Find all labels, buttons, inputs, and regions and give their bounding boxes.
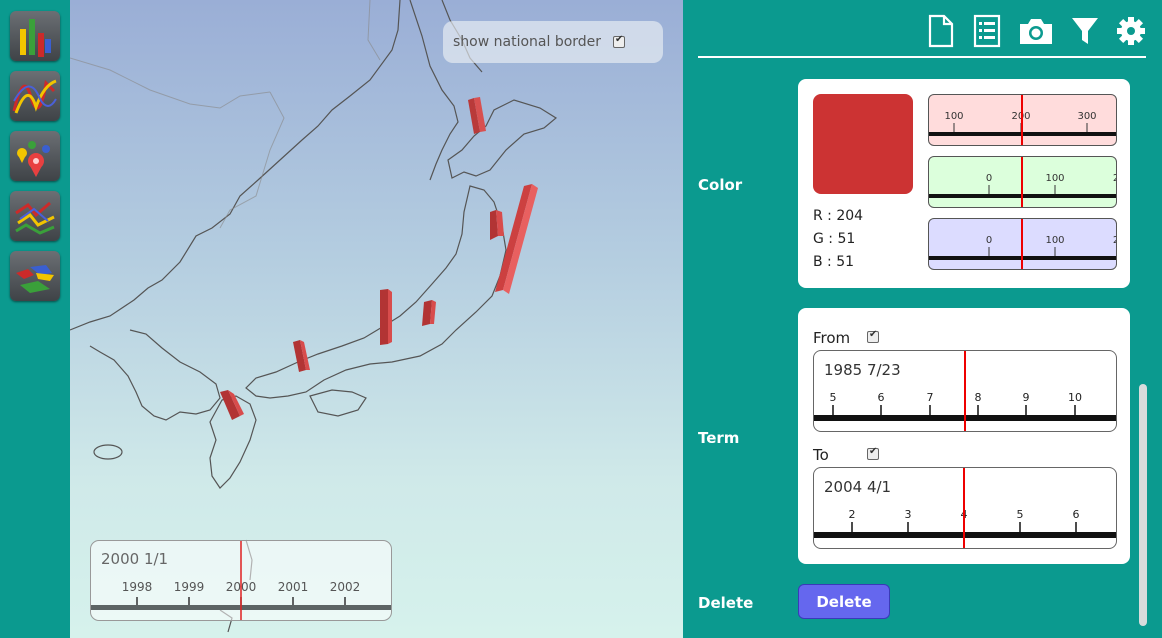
tool-rail — [0, 0, 70, 638]
from-checkbox[interactable] — [867, 329, 879, 343]
to-tick: 5 — [1017, 508, 1024, 521]
to-tick: 3 — [905, 508, 912, 521]
panel-scrollbar[interactable] — [1139, 384, 1147, 626]
blue-tick: 100 — [1045, 235, 1064, 246]
term-card: From 1985 7/23 5 6 7 8 9 10 To — [798, 308, 1130, 564]
toolbar — [926, 14, 1146, 48]
green-tick: 0 — [986, 173, 992, 184]
from-tick: 6 — [878, 391, 885, 404]
line-chart-tool-icon[interactable] — [10, 71, 60, 121]
region-tool-icon[interactable] — [10, 251, 60, 301]
new-file-icon[interactable] — [926, 14, 956, 48]
green-slider[interactable]: 0 100 2 — [928, 156, 1117, 208]
delete-row-label: Delete — [698, 594, 754, 612]
map-timeline-tick: 1999 — [174, 580, 205, 594]
settings-icon[interactable] — [1116, 14, 1146, 48]
blue-tick: 2 — [1113, 235, 1117, 246]
filter-icon[interactable] — [1070, 14, 1100, 48]
national-border-toggle[interactable]: show national border — [443, 21, 663, 63]
map-pins-tool-icon[interactable] — [10, 131, 60, 181]
national-border-checkbox[interactable] — [613, 34, 626, 48]
settings-panel: Color R : 204 G : 51 B : 51 100 200 300 … — [683, 0, 1162, 638]
map-view[interactable]: show national border 2000 1/1 1998 1999 … — [70, 0, 683, 638]
to-timeline[interactable]: 2004 4/1 2 3 4 5 6 — [813, 467, 1117, 549]
red-slider[interactable]: 100 200 300 — [928, 94, 1117, 146]
green-tick: 2 — [1113, 173, 1117, 184]
list-icon[interactable] — [972, 14, 1002, 48]
from-timeline[interactable]: 1985 7/23 5 6 7 8 9 10 — [813, 350, 1117, 432]
from-tick: 9 — [1023, 391, 1030, 404]
map-timeline[interactable]: 2000 1/1 1998 1999 2000 2001 2002 — [90, 540, 392, 621]
green-tick: 100 — [1045, 173, 1064, 184]
blue-slider[interactable]: 0 100 2 — [928, 218, 1117, 270]
from-tick: 10 — [1068, 391, 1082, 404]
map-timeline-tick: 1998 — [122, 580, 153, 594]
from-tick: 8 — [975, 391, 982, 404]
map-timeline-tick: 2001 — [278, 580, 309, 594]
from-tick: 5 — [830, 391, 837, 404]
bar-chart-tool-icon[interactable] — [10, 11, 60, 61]
color-row-label: Color — [698, 176, 743, 194]
term-row-label: Term — [698, 429, 740, 447]
color-card: R : 204 G : 51 B : 51 100 200 300 0 100 … — [798, 79, 1130, 288]
to-checkbox[interactable] — [867, 446, 879, 460]
from-label: From — [813, 329, 851, 347]
from-tick: 7 — [927, 391, 934, 404]
to-label: To — [813, 446, 829, 464]
color-swatch[interactable] — [813, 94, 913, 194]
delete-button[interactable]: Delete — [798, 584, 890, 619]
blue-tick: 0 — [986, 235, 992, 246]
camera-icon[interactable] — [1018, 14, 1054, 48]
red-tick: 100 — [944, 111, 963, 122]
green-value: G : 51 — [813, 231, 856, 247]
path-tool-icon[interactable] — [10, 191, 60, 241]
national-border-label: show national border — [453, 34, 602, 50]
panel-divider — [698, 56, 1146, 58]
red-tick: 300 — [1077, 111, 1096, 122]
to-tick: 6 — [1073, 508, 1080, 521]
red-value: R : 204 — [813, 208, 864, 224]
map-timeline-tick: 2002 — [330, 580, 361, 594]
blue-value: B : 51 — [813, 254, 855, 270]
to-tick: 2 — [849, 508, 856, 521]
